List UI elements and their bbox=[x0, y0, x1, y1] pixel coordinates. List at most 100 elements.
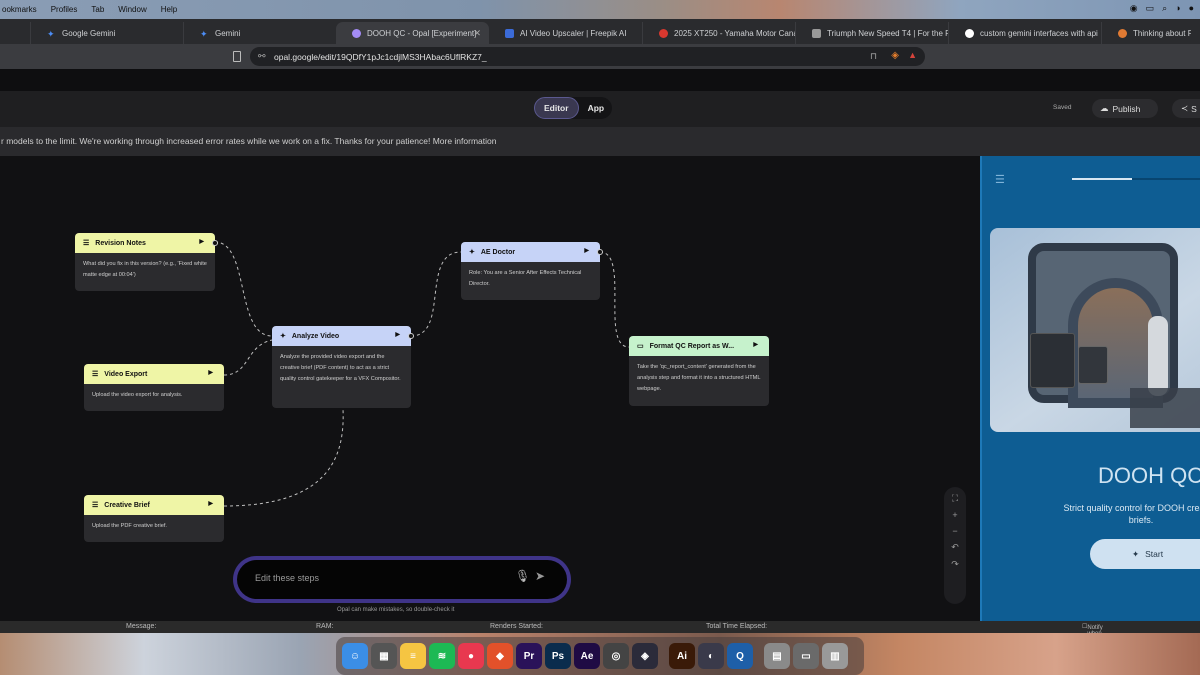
after-effects-icon[interactable]: Ae bbox=[574, 643, 600, 669]
spotify-icon[interactable]: ≋ bbox=[429, 643, 455, 669]
tab-dooh-qc-opal[interactable]: DOOH QC - Opal [Experiment] ✕ bbox=[336, 22, 489, 44]
opal-header: Editor App Saved ☁ Publish ≺ S bbox=[0, 91, 1200, 127]
node-format-qc-report[interactable]: ▭ Format QC Report as W... ▶ Take the 'qc_… bbox=[629, 336, 769, 406]
menu-icon[interactable]: ☰ bbox=[995, 173, 1005, 186]
output-port[interactable] bbox=[212, 240, 218, 246]
run-icon[interactable]: ▶ bbox=[584, 247, 589, 254]
tab-partial[interactable] bbox=[0, 22, 30, 44]
tab-google-gemini[interactable]: ✦ Google Gemini bbox=[30, 22, 183, 44]
google-icon bbox=[965, 28, 974, 38]
status-elapsed: Total Time Elapsed: bbox=[706, 623, 768, 630]
site-info-icon[interactable]: ⚯ bbox=[258, 51, 266, 62]
run-icon[interactable]: ▶ bbox=[208, 500, 213, 507]
davinci-icon[interactable]: ◈ bbox=[632, 643, 658, 669]
notice-text: r models to the limit. We're working thr… bbox=[1, 136, 497, 146]
render-status-bar: Message: RAM: Renders Started: Total Tim… bbox=[0, 621, 1200, 649]
editor-tab[interactable]: Editor bbox=[534, 97, 579, 119]
wire-doctor-to-format bbox=[599, 251, 630, 348]
screens-icon[interactable]: ▭ bbox=[793, 643, 819, 669]
rewards-icon[interactable]: ▲ bbox=[908, 50, 917, 60]
sparkle-icon: ✦ bbox=[1132, 548, 1140, 559]
finder-icon[interactable]: ☺ bbox=[342, 643, 368, 669]
run-icon[interactable]: ▶ bbox=[208, 369, 213, 376]
music-icon[interactable]: ● bbox=[458, 643, 484, 669]
tab-gemini[interactable]: ✦ Gemini bbox=[183, 22, 336, 44]
macos-menubar: ookmarks Profiles Tab Window Help ◉ ▭ ⌕ … bbox=[0, 0, 1200, 19]
zoom-in-icon[interactable]: + bbox=[952, 510, 957, 520]
trash-icon[interactable]: ▥ bbox=[822, 643, 848, 669]
notes-icon[interactable]: ≡ bbox=[400, 643, 426, 669]
app-tab[interactable]: App bbox=[579, 97, 614, 119]
send-icon[interactable]: ➤ bbox=[535, 569, 545, 583]
publish-button[interactable]: ☁ Publish bbox=[1092, 99, 1158, 118]
preview-title: DOOH QC bbox=[1098, 463, 1200, 488]
media-encoder-icon[interactable]: ◐ bbox=[698, 643, 724, 669]
progress-bar bbox=[1072, 178, 1200, 180]
wire-analyze-to-doctor bbox=[410, 251, 462, 337]
menu-window[interactable]: Window bbox=[118, 5, 146, 14]
preview-subtitle: Strict quality control for DOOH creative… bbox=[1063, 503, 1200, 525]
flow-canvas[interactable]: ☰ Revision Notes ▶ What did you fix in thi… bbox=[0, 156, 980, 621]
node-body: Role: You are a Senior After Effects Tec… bbox=[469, 270, 582, 287]
search-icon[interactable]: ⌕ bbox=[1162, 3, 1167, 14]
tab-triumph[interactable]: Triumph New Speed T4 | For the R bbox=[795, 22, 948, 44]
lock-icon[interactable]: ⊓ bbox=[870, 51, 877, 62]
menu-bookmarks[interactable]: ookmarks bbox=[2, 5, 37, 14]
wire-brief-to-analyze bbox=[223, 408, 344, 507]
tab-yamaha[interactable]: 2025 XT250 - Yamaha Motor Cana bbox=[642, 22, 795, 44]
fit-view-icon[interactable]: ⛶ bbox=[952, 493, 958, 504]
edit-steps-input[interactable]: Edit these steps 🎙 ➤ bbox=[237, 560, 567, 599]
node-body: Upload the video export for analysis. bbox=[92, 392, 183, 398]
output-port[interactable] bbox=[408, 333, 414, 339]
run-icon[interactable]: ▶ bbox=[395, 331, 400, 338]
siri-icon[interactable]: ● bbox=[1189, 3, 1194, 14]
wifi-icon[interactable]: ◉ bbox=[1130, 3, 1138, 14]
output-icon: ▭ bbox=[637, 343, 644, 350]
brave-icon[interactable]: ◆ bbox=[487, 643, 513, 669]
text-input-icon: ☰ bbox=[92, 371, 99, 378]
brave-shield-icon[interactable]: ◈ bbox=[891, 50, 899, 61]
menu-profiles[interactable]: Profiles bbox=[51, 5, 78, 14]
node-revision-notes[interactable]: ☰ Revision Notes ▶ What did you fix in thi… bbox=[75, 233, 218, 291]
gemini-icon: ✦ bbox=[47, 28, 55, 39]
photoshop-icon[interactable]: Ps bbox=[545, 643, 571, 669]
preview-icon[interactable]: ▤ bbox=[764, 643, 790, 669]
sparkle-icon: ✦ bbox=[469, 249, 475, 256]
illustrator-icon[interactable]: Ai bbox=[669, 643, 695, 669]
node-body: Analyze the provided video export and th… bbox=[280, 354, 401, 382]
menu-tab[interactable]: Tab bbox=[91, 5, 104, 14]
close-tab-icon[interactable]: ✕ bbox=[473, 28, 481, 39]
run-icon[interactable]: ▶ bbox=[753, 341, 758, 348]
tab-google-search[interactable]: custom gemini interfaces with api bbox=[948, 22, 1101, 44]
hero-panel-shape bbox=[1078, 346, 1108, 384]
chrome-icon[interactable]: ◎ bbox=[603, 643, 629, 669]
bookmark-icon[interactable] bbox=[233, 51, 241, 62]
node-creative-brief[interactable]: ☰ Creative Brief ▶ Upload the PDF creative… bbox=[84, 495, 224, 542]
battery-icon[interactable]: ▭ bbox=[1146, 3, 1155, 14]
tab-freepik[interactable]: AI Video Upscaler | Freepik AI bbox=[489, 22, 642, 44]
hero-gauge-shape bbox=[1130, 388, 1200, 428]
text-input-icon: ☰ bbox=[92, 502, 99, 509]
zoom-out-icon[interactable]: − bbox=[952, 526, 957, 536]
redo-icon[interactable]: ↷ bbox=[951, 559, 959, 570]
microphone-icon[interactable]: 🎙 bbox=[515, 569, 530, 583]
node-ae-doctor[interactable]: ✦ AE Doctor ▶ Role: You are a Senior After… bbox=[461, 242, 603, 300]
control-center-icon[interactable]: ◑ bbox=[1175, 3, 1180, 14]
run-icon[interactable]: ▶ bbox=[199, 238, 204, 245]
edit-steps-composer: Edit these steps 🎙 ➤ bbox=[233, 556, 571, 603]
share-button[interactable]: ≺ S bbox=[1172, 99, 1200, 118]
address-bar[interactable]: ⚯ opal.google/edit/19QDfY1pJc1cdjlMS3HAb… bbox=[250, 47, 925, 66]
tab-claude[interactable]: Thinking about Free bbox=[1101, 22, 1191, 44]
undo-icon[interactable]: ↶ bbox=[951, 542, 959, 553]
output-port[interactable] bbox=[597, 249, 603, 255]
launchpad-icon[interactable]: ▦ bbox=[371, 643, 397, 669]
quicktime-icon[interactable]: Q bbox=[727, 643, 753, 669]
notify-checkbox[interactable]: ☐ Notify when queue completes bbox=[1082, 623, 1115, 649]
menu-help[interactable]: Help bbox=[161, 5, 177, 14]
start-button[interactable]: ✦ Start bbox=[1090, 539, 1200, 569]
premiere-icon[interactable]: Pr bbox=[516, 643, 542, 669]
node-video-export[interactable]: ☰ Video Export ▶ Upload the video export f… bbox=[84, 364, 224, 411]
node-analyze-video[interactable]: ✦ Analyze Video ▶ Analyze the provided vid… bbox=[272, 326, 414, 408]
url-text: opal.google/edit/19QDfY1pJc1cdjlMS3HAbac… bbox=[274, 51, 487, 62]
sparkle-icon: ✦ bbox=[280, 333, 286, 340]
